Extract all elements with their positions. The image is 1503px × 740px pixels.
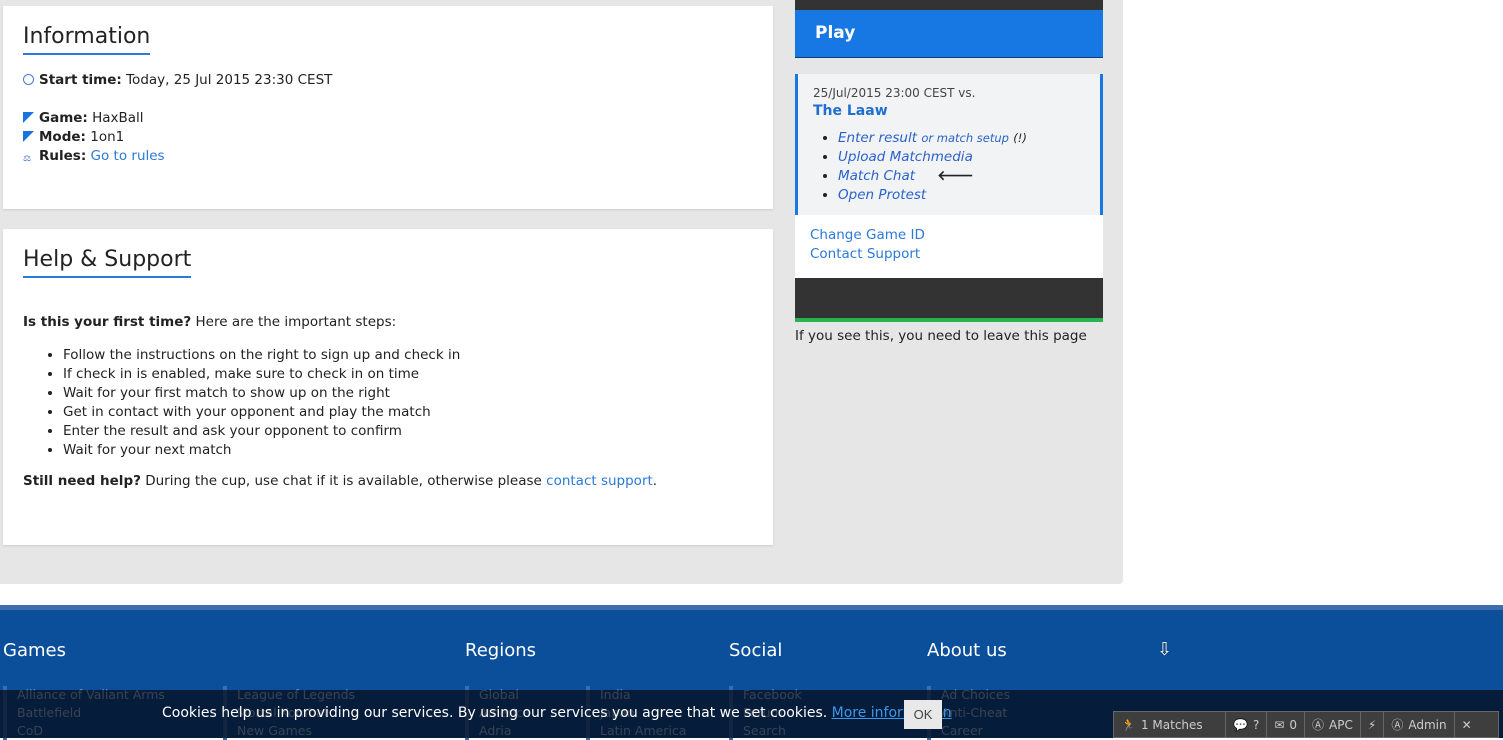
play-header: Play — [795, 0, 1103, 58]
footer-regions-heading: Regions — [465, 640, 536, 661]
footer-link[interactable]: CoD — [17, 722, 165, 740]
footer-link[interactable]: Japan — [600, 704, 686, 722]
list-item: Follow the instructions on the right to … — [63, 346, 753, 365]
contact-support-side-link[interactable]: Contact Support — [810, 245, 1088, 264]
main-content: Information Start time: Today, 25 Jul 20… — [0, 0, 1123, 584]
footer-games-col1: Alliance of Valiant Arms Battlefield CoD — [3, 686, 165, 740]
chat-bubble-icon: 💬 — [1233, 717, 1248, 732]
footer-link[interactable]: Search — [743, 722, 802, 740]
footer-link[interactable]: League of Legends — [237, 686, 355, 704]
start-time-row: Start time: Today, 25 Jul 2015 23:30 CES… — [23, 71, 753, 90]
opponent-link[interactable]: The Laaw — [813, 103, 1085, 119]
game-icon — [23, 112, 34, 123]
change-game-id-link[interactable]: Change Game ID — [810, 226, 1088, 245]
help-steps: Follow the instructions on the right to … — [63, 346, 753, 460]
mail-button[interactable]: ✉ 0 — [1267, 712, 1306, 737]
match-setup-link[interactable]: or match setup — [921, 131, 1009, 145]
match-datetime: 25/Jul/2015 23:00 CEST vs. — [813, 86, 976, 100]
apc-logo-icon: Ⓐ — [1312, 718, 1325, 732]
footer-link[interactable]: America — [479, 704, 531, 722]
information-card: Information Start time: Today, 25 Jul 20… — [3, 6, 773, 209]
footer-link[interactable]: India — [600, 686, 686, 704]
footer-social-heading: Social — [729, 640, 783, 661]
cursor-arrow-down-icon: ⇩ — [1157, 639, 1173, 660]
footer-link[interactable]: Latin America — [600, 722, 686, 740]
tools-icon: ✕ — [1461, 717, 1472, 732]
envelope-icon: ✉ — [1274, 717, 1285, 732]
apc-button[interactable]: Ⓐ APC — [1305, 712, 1361, 737]
help-card: Help & Support Is this your first time? … — [3, 229, 773, 545]
footer-about-heading: About us — [927, 640, 1007, 661]
connect-button[interactable]: ⚡ — [1361, 712, 1385, 737]
list-item: Wait for your next match — [63, 441, 753, 460]
match-box: 25/Jul/2015 23:00 CEST vs. The Laaw Ente… — [795, 74, 1103, 215]
dark-bar — [795, 278, 1103, 322]
admin-button[interactable]: Ⓐ Admin — [1384, 712, 1455, 737]
footer-link[interactable]: Global — [479, 686, 531, 704]
mode-icon — [23, 131, 34, 142]
footer-link[interactable]: Ad Choices — [941, 686, 1010, 704]
matches-button[interactable]: 🏃 1 Matches — [1114, 712, 1226, 737]
admin-logo-icon: Ⓐ — [1391, 718, 1404, 732]
list-item: Get in contact with your opponent and pl… — [63, 403, 753, 422]
footer-games-col2: League of Legends Mortal Kombat New Games — [223, 686, 355, 740]
leave-notice: If you see this, you need to leave this … — [795, 328, 1087, 344]
still-need-help: Still need help? During the cup, use cha… — [23, 473, 658, 489]
footer-regions-col2: India Japan Latin America — [586, 686, 686, 740]
footer-social-col: Facebook Forum Search — [729, 686, 802, 740]
upload-matchmedia-link[interactable]: Upload Matchmedia — [838, 149, 973, 165]
footer-link[interactable]: Forum — [743, 704, 802, 722]
mode-row: Mode: 1on1 — [23, 128, 753, 147]
bottom-toolbar: 🏃 1 Matches 💬? ✉ 0 Ⓐ APC ⚡ Ⓐ Admin ✕ — [1113, 711, 1499, 738]
chat-button[interactable]: 💬? — [1226, 712, 1268, 737]
match-chat-link[interactable]: Match Chat — [838, 168, 915, 184]
footer-link[interactable]: New Games — [237, 722, 355, 740]
list-item: Wait for your first match to show up on … — [63, 384, 753, 403]
contact-support-link[interactable]: contact support — [546, 473, 653, 489]
plug-icon: ⚡ — [1367, 717, 1377, 732]
footer-link[interactable]: Mortal Kombat — [237, 704, 355, 722]
game-row: Game: HaxBall — [23, 109, 753, 128]
play-links: Change Game ID Contact Support — [795, 215, 1103, 278]
footer-link[interactable]: Adria — [479, 722, 531, 740]
footer-link[interactable]: Battlefield — [17, 704, 165, 722]
footer-regions-col1: Global America Adria — [465, 686, 531, 740]
information-title: Information — [23, 24, 151, 55]
footer-link[interactable]: Career — [941, 722, 1010, 740]
help-intro: Is this your first time? Here are the im… — [23, 314, 397, 330]
rules-link[interactable]: Go to rules — [91, 148, 165, 164]
help-title: Help & Support — [23, 247, 192, 278]
rules-row: ⚖ Rules: Go to rules — [23, 148, 165, 164]
arrow-left-icon: 🡐 — [937, 168, 974, 184]
open-protest-link[interactable]: Open Protest — [838, 187, 926, 203]
list-item: Enter the result and ask your opponent t… — [63, 422, 753, 441]
footer-link[interactable]: Alliance of Valiant Arms — [17, 686, 165, 704]
cookie-ok-button[interactable]: OK — [904, 700, 942, 729]
players-icon: 🏃 — [1121, 717, 1136, 732]
footer-link[interactable]: Facebook — [743, 686, 802, 704]
scales-icon: ⚖ — [23, 154, 32, 164]
tools-button[interactable]: ✕ — [1455, 712, 1479, 737]
list-item: If check in is enabled, make sure to che… — [63, 365, 753, 384]
clock-icon — [23, 74, 34, 85]
play-panel: Play 25/Jul/2015 23:00 CEST vs. The Laaw… — [795, 0, 1103, 344]
enter-result-link[interactable]: Enter result — [838, 130, 917, 146]
footer-games-heading: Games — [3, 640, 66, 661]
